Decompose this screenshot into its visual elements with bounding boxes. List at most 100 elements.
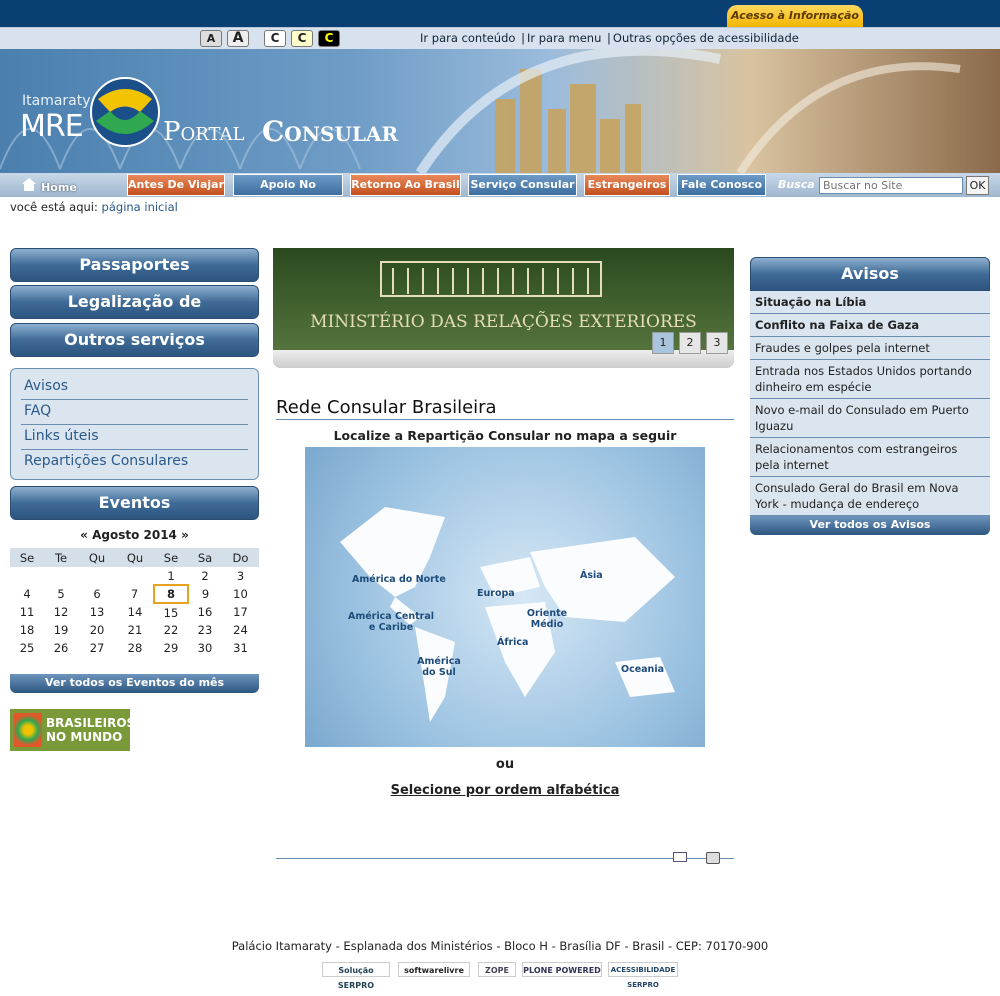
calendar-day: 6: [93, 587, 101, 601]
world-map[interactable]: América do Norte América Central e Carib…: [305, 447, 705, 747]
legalizacao-button[interactable]: Legalização de documentos: [10, 285, 259, 343]
calendar-day: 2: [201, 569, 209, 583]
calendar-weekday: Qu: [116, 548, 154, 567]
accessibility-options-link[interactable]: Outras opções de acessibilidade: [613, 31, 799, 45]
calendar-weekday: Se: [10, 548, 45, 567]
map-region-south-america[interactable]: América do Sul: [413, 656, 465, 678]
ver-todos-eventos-link[interactable]: Ver todos os Eventos do mês: [10, 674, 259, 693]
nav-estrangeiros[interactable]: Estrangeiros: [584, 174, 670, 196]
calendar-day: 20: [89, 623, 105, 637]
nav-apoio-no-exterior[interactable]: Apoio No Exterior: [233, 174, 343, 211]
footer-logo-serpro[interactable]: Solução SERPRO: [322, 962, 390, 990]
breadcrumb: você está aqui: página inicial: [10, 200, 178, 214]
nav-retorno-ao-brasil[interactable]: Retorno Ao Brasil: [350, 174, 461, 196]
calendar-day: 13: [89, 605, 105, 619]
contrast-normal-button[interactable]: C: [264, 30, 286, 47]
footer-logo-plone[interactable]: PLONE POWERED: [522, 962, 602, 977]
calendar-next-link[interactable]: »: [181, 528, 189, 542]
search-input[interactable]: [819, 177, 963, 194]
nav-fale-conosco[interactable]: Fale Conosco: [677, 174, 766, 196]
slider-page-3[interactable]: 3: [706, 332, 728, 354]
mre-logo-text: MRE: [20, 109, 84, 144]
alphabetical-select-link[interactable]: Selecione por ordem alfabética: [276, 783, 734, 798]
footer-logo-softwarelivre[interactable]: softwarelivre: [398, 962, 470, 977]
avisos-list: Situação na Líbia Conflito na Faixa de Ga…: [750, 291, 990, 516]
footer-address: Palácio Itamaraty - Esplanada dos Minist…: [231, 939, 769, 953]
aviso-item[interactable]: Fraudes e golpes pela internet: [750, 337, 990, 360]
passaportes-button[interactable]: Passaportes: [10, 248, 259, 282]
contrast-yellow-button[interactable]: C: [291, 30, 313, 47]
ver-todos-avisos-link[interactable]: Ver todos os Avisos: [750, 516, 990, 535]
skip-to-menu-link[interactable]: Ir para menu: [527, 31, 601, 45]
aviso-item[interactable]: Novo e-mail do Consulado em Puerto Iguaz…: [750, 399, 990, 438]
outros-servicos-button[interactable]: Outros serviços: [10, 323, 259, 357]
mre-globe-logo: [90, 77, 160, 147]
calendar-weekday: Sa: [187, 548, 222, 567]
footer-logo-zope[interactable]: ZOPE: [478, 962, 516, 977]
calendar-weekday: Te: [44, 548, 79, 567]
home-link[interactable]: Home: [22, 176, 77, 195]
sidebar-link-faq[interactable]: FAQ: [21, 400, 248, 425]
email-icon[interactable]: [673, 852, 687, 862]
sidebar-link-links-uteis[interactable]: Links úteis: [21, 425, 248, 450]
map-region-oceania[interactable]: Oceania: [621, 664, 664, 675]
calendar-month: Agosto 2014: [92, 528, 177, 542]
calendar-weekday: Se: [153, 548, 188, 567]
calendar-day: 12: [53, 605, 69, 619]
font-small-button[interactable]: A: [200, 30, 222, 47]
calendar-day: 5: [57, 587, 65, 601]
consular-logo-text: Consular: [262, 115, 399, 148]
calendar-day: 9: [201, 587, 210, 601]
map-region-europe[interactable]: Europa: [477, 588, 515, 599]
slider-page-2[interactable]: 2: [679, 332, 701, 354]
calendar-weekday: Qu: [78, 548, 116, 567]
footer-logo-acessibilidade[interactable]: ACESSIBILIDADE SERPRO: [608, 962, 678, 989]
contrast-high-button[interactable]: C: [318, 30, 340, 47]
calendar-day: 25: [19, 641, 35, 655]
banner-illustration: [0, 49, 961, 173]
home-icon: [22, 178, 36, 191]
aviso-item[interactable]: Relacionamentos com estrangeiros pela in…: [750, 438, 990, 477]
breadcrumb-prefix: você está aqui:: [10, 200, 98, 214]
map-region-north-america[interactable]: América do Norte: [352, 574, 446, 585]
calendar-day: 30: [197, 641, 213, 655]
search-submit-button[interactable]: OK: [966, 176, 989, 195]
oceania-shape: [615, 657, 675, 697]
nav-antes-de-viajar[interactable]: Antes De Viajar: [127, 174, 225, 196]
map-region-africa[interactable]: África: [497, 637, 528, 648]
calendar-weekday: Do: [222, 548, 259, 567]
aviso-item[interactable]: Consulado Geral do Brasil em Nova York -…: [750, 477, 990, 516]
calendar-grid: Se Te Qu Qu Se Sa Do 1 2 3 4 5 6 7 8 9 10 11 12 13 14 15 16 17…: [10, 548, 259, 657]
aviso-item[interactable]: Conflito na Faixa de Gaza: [750, 314, 990, 337]
or-separator: ou: [495, 757, 515, 772]
portal-logo-text: Portal: [163, 117, 245, 147]
sidebar-link-reparticoes[interactable]: Repartições Consulares: [21, 450, 248, 475]
busca-label: Busca: [778, 178, 815, 191]
avisos-panel: Avisos Situação na Líbia Conflito na Faix…: [750, 257, 990, 535]
calendar-prev-link[interactable]: «: [80, 528, 88, 542]
itamaraty-label: Itamaraty: [22, 93, 91, 109]
aviso-item[interactable]: Entrada nos Estados Unidos portando dinh…: [750, 360, 990, 399]
calendar-day: 10: [233, 587, 248, 601]
events-calendar: « Agosto 2014 » Se Te Qu Qu Se Sa Do 123456789…: [10, 528, 259, 657]
calendar-day: 31: [233, 641, 248, 655]
calendar-day: 29: [163, 641, 179, 655]
calendar-day: 7: [130, 587, 139, 601]
acesso-informacao-link[interactable]: Acesso à Informação: [727, 5, 863, 27]
calendar-day: 11: [19, 605, 35, 619]
map-region-middle-east[interactable]: Oriente Médio: [525, 608, 569, 630]
calendar-day: [44, 567, 78, 585]
aviso-item[interactable]: Situação na Líbia: [750, 291, 990, 314]
print-icon[interactable]: [706, 852, 720, 864]
sidebar-link-avisos[interactable]: Avisos: [21, 375, 248, 400]
slider-page-1[interactable]: 1: [652, 332, 674, 354]
font-large-button[interactable]: A: [227, 30, 249, 47]
breadcrumb-home-link[interactable]: página inicial: [102, 200, 178, 214]
calendar-day: [78, 567, 116, 585]
skip-to-content-link[interactable]: Ir para conteúdo: [420, 31, 515, 45]
map-region-asia[interactable]: Ásia: [580, 570, 603, 581]
brasileiros-no-mundo-banner[interactable]: BRASILEIROS NO MUNDO: [10, 709, 135, 751]
calendar-day: 14: [127, 605, 143, 619]
nav-servico-consular[interactable]: Serviço Consular: [468, 174, 577, 196]
map-region-central-america[interactable]: América Central e Caribe: [345, 611, 437, 633]
